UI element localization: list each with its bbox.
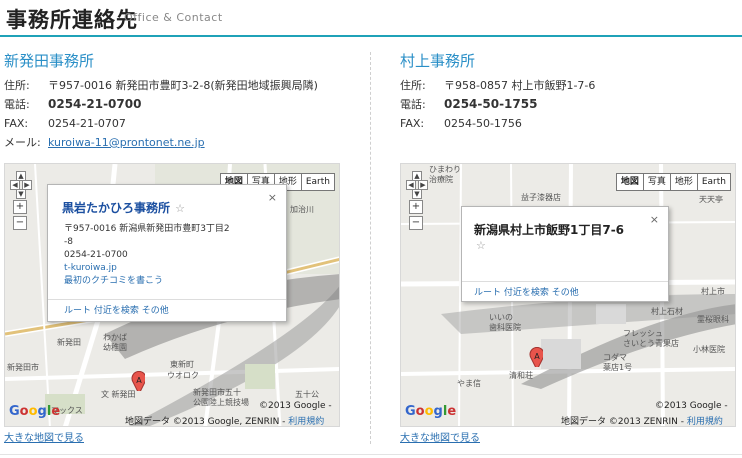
- info-window-actions[interactable]: ルート 付近を検索 その他: [474, 285, 579, 298]
- fax-row: FAX: 0254-50-1756: [400, 114, 738, 133]
- close-icon[interactable]: ×: [268, 191, 277, 204]
- zoom-out-icon[interactable]: −: [409, 216, 423, 230]
- map-type-earth[interactable]: Earth: [696, 173, 731, 191]
- phone-label: 電話:: [4, 98, 30, 111]
- map-marker-icon[interactable]: A: [529, 347, 543, 367]
- map-place-label: 薬店1号: [603, 363, 633, 372]
- map-place-label: 新発田: [57, 338, 81, 347]
- address-label: 住所:: [400, 79, 426, 92]
- map-copyright-text: 地図データ ©2013 Google, ZENRIN -: [125, 417, 289, 427]
- terms-link[interactable]: 利用規約: [288, 417, 324, 426]
- address-value: 〒957-0016 新発田市豊町3-2-8(新発田地域振興局隣): [48, 79, 318, 92]
- footer-divider: [0, 454, 742, 455]
- map-place-label: 新発田市: [7, 363, 39, 372]
- office-murakami: 村上事務所 住所: 〒958-0857 村上市飯野1-7-6 電話: 0254-50…: [400, 50, 738, 133]
- info-window-actions[interactable]: ルート 付近を検索 その他: [64, 303, 169, 316]
- map-place-label: さいとう青果店: [623, 339, 679, 348]
- map-place-label: 益子漆器店: [521, 193, 561, 202]
- office-name: 新発田事務所: [4, 52, 95, 70]
- google-logo[interactable]: Google: [405, 404, 456, 419]
- map-type-map[interactable]: 地図: [615, 173, 644, 191]
- map-place-label: ウオロク: [167, 371, 199, 380]
- map-copyright: 地図データ ©2013 Google, ZENRIN - 利用規約: [125, 414, 324, 427]
- zoom-in-icon[interactable]: +: [409, 200, 423, 214]
- zoom-out-icon[interactable]: −: [13, 216, 27, 230]
- office-name: 村上事務所: [400, 52, 476, 70]
- address-row: 住所: 〒957-0016 新発田市豊町3-2-8(新発田地域振興局隣): [4, 76, 342, 95]
- map-type-satellite[interactable]: 写真: [642, 173, 671, 191]
- phone-value: 0254-21-0700: [48, 97, 142, 111]
- page-header: 事務所連絡先 Office & Contact: [0, 0, 742, 40]
- map-place-label: 天天亭: [699, 195, 723, 204]
- fax-value: 0254-21-0707: [48, 117, 126, 130]
- header-divider: [0, 35, 742, 37]
- fax-row: FAX: 0254-21-0707: [4, 114, 342, 133]
- map-shibata[interactable]: 公園陸上競技場 加治川 わかば 幼稚園 新発田 新発田市 東新町 ウオロク 文 …: [4, 163, 340, 427]
- mail-label: メール:: [4, 136, 41, 149]
- office-shibata: 新発田事務所 住所: 〒957-0016 新発田市豊町3-2-8(新発田地域振興局…: [4, 50, 342, 152]
- map-place-label: 村上石材: [651, 307, 683, 316]
- map-marker-icon[interactable]: A: [131, 371, 145, 391]
- map-place-label: 公園陸上競技場: [193, 398, 249, 407]
- email-link[interactable]: kuroiwa-11@prontonet.ne.jp: [48, 136, 205, 149]
- info-window-phone: 0254-21-0700: [64, 250, 128, 260]
- terms-link[interactable]: 利用規約: [687, 417, 723, 426]
- map-place-label: 小林医院: [693, 345, 725, 354]
- star-icon[interactable]: ☆: [476, 239, 486, 252]
- info-window-site-link[interactable]: t-kuroiwa.jp: [64, 262, 230, 275]
- info-window-title[interactable]: 黒岩たかひろ事務所: [62, 201, 170, 215]
- svg-text:A: A: [534, 352, 540, 361]
- map-place-label: 東新町: [170, 360, 194, 369]
- address-value: 〒958-0857 村上市飯野1-7-6: [444, 79, 596, 92]
- phone-value: 0254-50-1755: [444, 97, 538, 111]
- info-window-address: 〒957-0016 新潟県新発田市豊町3丁目2: [64, 224, 230, 234]
- address-label: 住所:: [4, 79, 30, 92]
- big-map-link[interactable]: 大きな地図で見る: [4, 429, 84, 444]
- phone-row: 電話: 0254-50-1755: [400, 95, 738, 114]
- info-window-address-cont: -8: [64, 237, 73, 247]
- map-murakami[interactable]: ひまわり 治療院 益子漆器店 天天亭 いいの 歯科医院 村上石材 霊桜眼科 村上…: [400, 163, 736, 427]
- map-place-label: 加治川: [290, 205, 314, 214]
- map-type-selector: 地図 写真 地形 Earth: [615, 173, 731, 191]
- star-icon[interactable]: ☆: [175, 202, 185, 215]
- map-place-label: 幼稚園: [103, 343, 127, 352]
- phone-row: 電話: 0254-21-0700: [4, 95, 342, 114]
- svg-text:A: A: [136, 376, 142, 385]
- fax-label: FAX:: [400, 117, 425, 130]
- map-copyright-top: ©2013 Google -: [259, 401, 332, 411]
- map-type-terrain[interactable]: 地形: [669, 173, 698, 191]
- map-place-label: 五十公: [295, 390, 319, 399]
- mail-row: メール: kuroiwa-11@prontonet.ne.jp: [4, 133, 342, 152]
- map-copyright-top: ©2013 Google -: [655, 401, 728, 411]
- page-subtitle: Office & Contact: [124, 11, 223, 24]
- map-place-label: 霊桜眼科: [697, 315, 729, 324]
- address-row: 住所: 〒958-0857 村上市飯野1-7-6: [400, 76, 738, 95]
- map-place-label: 歯科医院: [489, 323, 521, 332]
- fax-label: FAX:: [4, 117, 29, 130]
- info-window: 新潟県村上市飯野1丁目7-6 ☆ × ルート 付近を検索 その他: [461, 206, 669, 302]
- map-place-label: やま信: [457, 379, 481, 388]
- pan-down-icon[interactable]: ▼: [16, 189, 26, 199]
- map-type-earth[interactable]: Earth: [300, 173, 335, 191]
- pan-down-icon[interactable]: ▼: [412, 189, 422, 199]
- google-logo[interactable]: Google: [9, 404, 60, 419]
- map-place-label: 村上市: [701, 287, 725, 296]
- page-title: 事務所連絡先: [6, 7, 138, 32]
- map-place-label: 清和荘: [509, 371, 533, 380]
- info-window-review-link[interactable]: 最初のクチコミを書こう: [64, 275, 230, 288]
- map-copyright-text: 地図データ ©2013 ZENRIN -: [561, 417, 687, 427]
- zoom-in-icon[interactable]: +: [13, 200, 27, 214]
- info-window: 黒岩たかひろ事務所 ☆ × 〒957-0016 新潟県新発田市豊町3丁目2 -8…: [47, 184, 287, 322]
- big-map-link[interactable]: 大きな地図で見る: [400, 429, 480, 444]
- column-divider: [370, 52, 371, 444]
- phone-label: 電話:: [400, 98, 426, 111]
- close-icon[interactable]: ×: [650, 213, 659, 226]
- fax-value: 0254-50-1756: [444, 117, 522, 130]
- info-window-title[interactable]: 新潟県村上市飯野1丁目7-6: [474, 221, 624, 238]
- map-place-label: 治療院: [429, 175, 453, 184]
- map-copyright: 地図データ ©2013 ZENRIN - 利用規約: [561, 414, 723, 427]
